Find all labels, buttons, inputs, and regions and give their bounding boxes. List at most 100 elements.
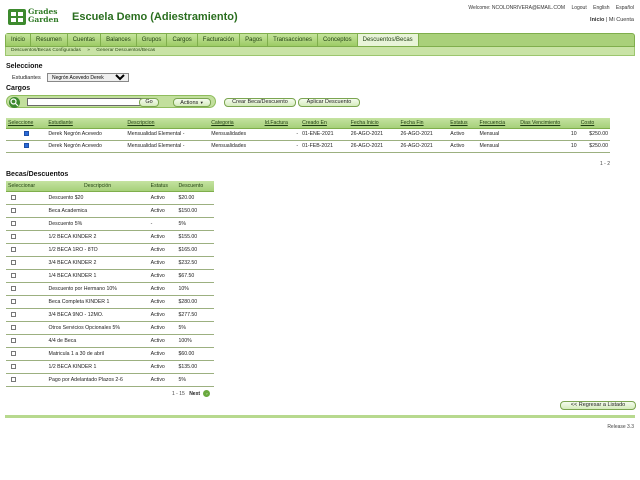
student-select[interactable]: Negrón Acevedo Derek	[47, 73, 129, 82]
table-row[interactable]: Derek Negrón Acevedo Mensualidad Element…	[6, 128, 610, 141]
tab-inicio[interactable]: Inicio	[6, 34, 32, 46]
aplicar-descuento-button[interactable]: Aplicar Descuento	[298, 98, 360, 107]
row-checkbox[interactable]	[11, 207, 16, 213]
col-costo[interactable]: Costo	[578, 118, 610, 129]
list-item[interactable]: Matricula 1 a 30 de abril Activo $60.00	[6, 347, 214, 361]
cell-fecha-fin: 26-AGO-2021	[398, 140, 449, 153]
search-input[interactable]	[27, 98, 143, 106]
cell-descripcion: Pago por Adelantado Plazos 2-6	[46, 373, 149, 387]
table-row[interactable]: Derek Negrón Acevedo Mensualidad Element…	[6, 140, 610, 153]
row-checkbox[interactable]	[11, 363, 16, 369]
tab-balances[interactable]: Balances	[101, 34, 137, 46]
tab-cuentas[interactable]: Cuentas	[67, 34, 102, 46]
actions-button[interactable]: Actions ▼	[173, 98, 211, 107]
col-fecha-fin[interactable]: Fecha Fin	[398, 118, 449, 129]
row-checkbox[interactable]	[11, 246, 16, 252]
col-fecha-inicio[interactable]: Fecha Inicio	[348, 118, 399, 129]
row-checkbox[interactable]	[11, 337, 16, 343]
col-descripcion[interactable]: Descripción	[46, 181, 149, 192]
becas-pager-range: 1 - 15	[172, 391, 185, 397]
tab-conceptos[interactable]: Conceptos	[317, 34, 358, 46]
list-item[interactable]: 4/4 de Beca Activo 100%	[6, 334, 214, 348]
row-checkbox[interactable]	[11, 272, 16, 278]
list-item[interactable]: Descuento $20 Activo $20.00	[6, 191, 214, 205]
cell-descripcion: Beca Completa KINDER 1	[46, 295, 149, 309]
breadcrumb-configuradas[interactable]: Descuentos/Becas Configuradas	[11, 48, 81, 53]
tab-cargos[interactable]: Cargos	[167, 34, 198, 46]
tab-descuentos-becas[interactable]: Descuentos/Becas	[357, 34, 419, 46]
list-item[interactable]: 1/2 BECA KINDER 2 Activo $155.00	[6, 230, 214, 244]
list-item[interactable]: 1/2 BECA 1RO - 8TO Activo $165.00	[6, 243, 214, 257]
row-checkbox[interactable]	[11, 311, 16, 317]
footer-divider	[5, 415, 635, 418]
row-checkbox[interactable]	[11, 259, 16, 265]
list-item[interactable]: 3/4 BECA 9NO - 12MO. Activo $277.50	[6, 308, 214, 322]
col-frecuencia[interactable]: Frecuencia	[477, 118, 519, 129]
list-item[interactable]: Descuento por Hermano 10% Activo 10%	[6, 282, 214, 296]
col-estudiante[interactable]: Estudiante	[46, 118, 126, 129]
row-checkbox[interactable]	[11, 194, 16, 200]
list-item[interactable]: Otros Servicios Opcionales 5% Activo 5%	[6, 321, 214, 335]
regresar-listado-button[interactable]: << Regresar a Listado	[560, 401, 636, 410]
list-item[interactable]: 1/4 BECA KINDER 1 Activo $67.50	[6, 269, 214, 283]
welcome-bar: Welcome: NCOLONRIVERA@EMAIL.COM Logout E…	[463, 5, 634, 11]
col-estatus[interactable]: Estatus	[448, 118, 478, 129]
col-creado-en[interactable]: Creado En	[300, 118, 349, 129]
tab-resumen[interactable]: Resumen	[31, 34, 68, 46]
search-icon[interactable]	[9, 97, 20, 108]
col-categoria[interactable]: Categoria	[209, 118, 263, 129]
row-checkbox[interactable]	[11, 285, 16, 291]
list-item[interactable]: Beca Academica Activo $150.00	[6, 204, 214, 218]
cell-estatus: Activo	[148, 269, 177, 283]
row-checkbox[interactable]	[23, 143, 29, 149]
next-link[interactable]: Next	[189, 391, 200, 397]
col-descripcion[interactable]: Descripcion	[125, 118, 210, 129]
cell-frecuencia: Mensual	[477, 128, 519, 141]
cell-descuento: $277.50	[176, 308, 214, 322]
cell-descuento: 5%	[176, 373, 214, 387]
list-item[interactable]: 3/4 BECA KINDER 2 Activo $232.50	[6, 256, 214, 270]
cell-estatus: Activo	[148, 347, 177, 361]
tab-transacciones[interactable]: Transacciones	[268, 34, 318, 46]
col-seleccionar[interactable]: Seleccionar	[6, 181, 47, 192]
row-checkbox[interactable]	[11, 350, 16, 356]
cell-estatus: Activo	[148, 282, 177, 296]
col-dias-vencimiento[interactable]: Dias Vencimiento	[518, 118, 579, 129]
list-item[interactable]: Descuento 5% -5%	[6, 217, 214, 231]
col-id-factura[interactable]: Id.Factura	[262, 118, 301, 129]
cell-descripcion: Beca Academica	[46, 204, 149, 218]
breadcrumb-generar[interactable]: Generar Descuentos/Becas	[96, 48, 155, 53]
cell-descripcion: 1/2 BECA 1RO - 8TO	[46, 243, 149, 257]
inicio-link[interactable]: Inicio	[590, 17, 604, 23]
row-checkbox[interactable]	[11, 376, 16, 382]
logout-link[interactable]: Logout	[571, 5, 586, 11]
tab-pagos[interactable]: Pagos	[240, 34, 269, 46]
tab-facturacion[interactable]: Facturación	[197, 34, 241, 46]
english-link[interactable]: English	[593, 5, 609, 11]
row-checkbox[interactable]	[11, 220, 16, 226]
mi-cuenta-link[interactable]: Mi Cuenta	[609, 17, 634, 23]
row-checkbox[interactable]	[23, 131, 29, 137]
list-item[interactable]: Beca Completa KINDER 1 Activo $280.00	[6, 295, 214, 309]
col-estatus[interactable]: Estatus	[148, 181, 177, 192]
header: Grades Garden Escuela Demo (Adiestramient…	[0, 0, 640, 32]
becas-header-row: Seleccionar Descripción Estatus Descuent…	[6, 181, 214, 192]
col-descuento[interactable]: Descuento	[176, 181, 214, 192]
row-checkbox[interactable]	[11, 233, 16, 239]
cell-frecuencia: Mensual	[477, 140, 519, 153]
row-checkbox[interactable]	[11, 324, 16, 330]
cell-estatus: Activo	[148, 373, 177, 387]
tab-grupos[interactable]: Grupos	[136, 34, 168, 46]
row-checkbox[interactable]	[11, 298, 16, 304]
next-arrow-icon[interactable]: ›	[203, 390, 211, 397]
cell-id-factura: -	[262, 140, 301, 153]
becas-pager: 1 - 15 Next ›	[172, 390, 211, 397]
cell-costo: $250.00	[578, 128, 610, 141]
list-item[interactable]: Pago por Adelantado Plazos 2-6 Activo 5%	[6, 373, 214, 387]
crear-beca-button[interactable]: Crear Beca/Descuento	[224, 98, 296, 107]
go-button[interactable]: Go	[139, 98, 159, 107]
col-seleccione[interactable]: Seleccione	[6, 118, 47, 129]
list-item[interactable]: 1/2 BECA KINDER 1 Activo $135.00	[6, 360, 214, 374]
user-links: Inicio | Mi Cuenta	[590, 17, 634, 23]
spanish-link[interactable]: Español	[616, 5, 634, 11]
